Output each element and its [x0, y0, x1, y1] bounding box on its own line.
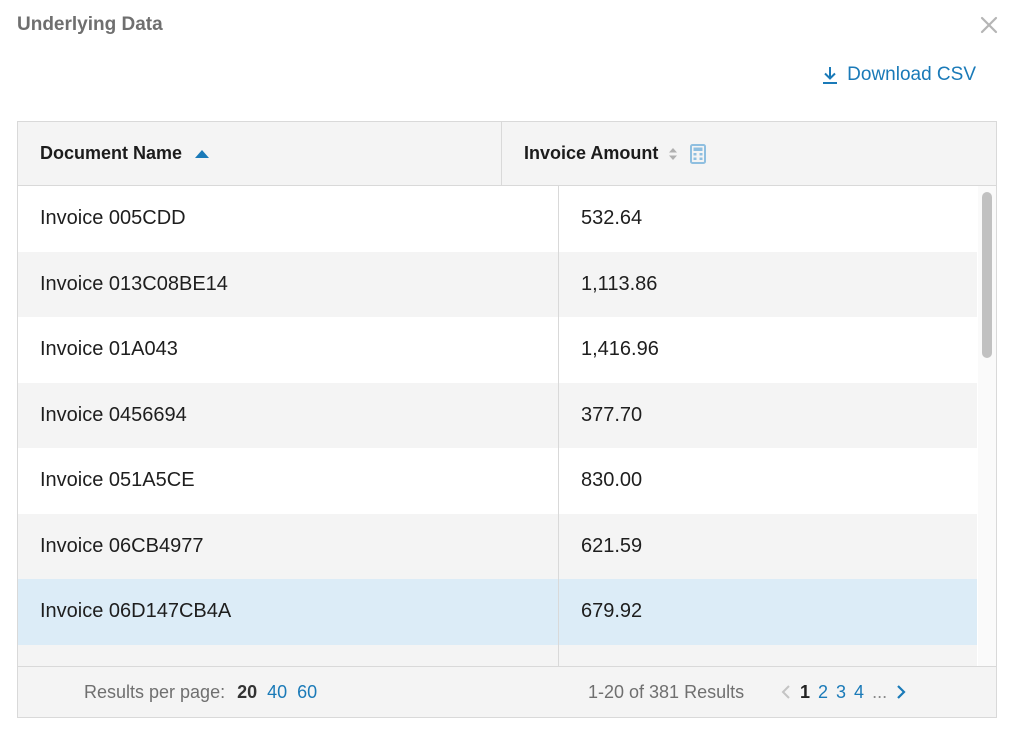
results-per-page-label: Results per page: [84, 681, 226, 702]
page-size-option-20[interactable]: 20 [237, 682, 257, 703]
close-icon[interactable] [976, 12, 1002, 38]
next-page-icon[interactable] [895, 684, 907, 700]
table-row[interactable] [18, 644, 977, 667]
table-footer: Results per page: 20 40 60 1-20 of 381 R… [18, 666, 996, 717]
data-table: Document Name Invoice Amount Invoice 005… [17, 121, 997, 718]
page-size-option-40[interactable]: 40 [267, 682, 287, 703]
table-row[interactable]: Invoice 013C08BE14 1,113.86 [18, 251, 977, 317]
column-header-document-name[interactable]: Document Name [18, 122, 502, 185]
page-link-1[interactable]: 1 [800, 682, 810, 703]
document-name-cell: Invoice 051A5CE [18, 448, 559, 514]
page-link-2[interactable]: 2 [818, 682, 828, 703]
download-icon [823, 67, 838, 84]
document-name-cell [18, 644, 559, 666]
invoice-amount-cell: 621.59 [581, 534, 643, 557]
invoice-amount-cell: 830.00 [581, 469, 643, 492]
table-row[interactable]: Invoice 005CDD 532.64 [18, 186, 977, 252]
table-row[interactable]: Invoice 06CB4977 621.59 [18, 513, 977, 579]
pagination: 1 2 3 4 ... [780, 667, 907, 717]
document-name-cell: Invoice 0456694 [18, 382, 559, 448]
column-header-invoice-amount[interactable]: Invoice Amount [502, 122, 996, 185]
table-row[interactable]: Invoice 01A043 1,416.96 [18, 317, 977, 383]
invoice-amount-cell: 1,113.86 [581, 272, 658, 295]
table-row[interactable]: Invoice 06D147CB4A 679.92 [18, 579, 977, 645]
document-name-cell: Invoice 06CB4977 [18, 513, 559, 579]
vertical-scrollbar[interactable] [978, 186, 996, 666]
results-summary: 1-20 of 381 Results [588, 681, 745, 702]
document-name-cell: Invoice 06D147CB4A [18, 579, 559, 645]
invoice-amount-cell: 1,416.96 [581, 338, 659, 361]
results-per-page: Results per page: 20 40 60 [84, 667, 317, 717]
table-row[interactable]: Invoice 051A5CE 830.00 [18, 448, 977, 514]
page-size-option-60[interactable]: 60 [297, 682, 317, 703]
table-body: Invoice 005CDD 532.64 Invoice 013C08BE14 1,… [18, 186, 977, 666]
scrollbar-thumb[interactable] [982, 192, 992, 358]
invoice-amount-cell: 679.92 [581, 600, 643, 623]
column-label: Document Name [40, 143, 183, 163]
sort-both-icon[interactable] [668, 147, 678, 161]
calculator-icon[interactable] [690, 143, 707, 164]
document-name-cell: Invoice 013C08BE14 [18, 251, 559, 317]
sort-ascending-icon[interactable] [194, 149, 210, 159]
document-name-cell: Invoice 01A043 [18, 317, 559, 383]
column-label: Invoice Amount [524, 143, 659, 163]
previous-page-icon[interactable] [780, 684, 792, 700]
pagination-ellipsis: ... [872, 681, 888, 702]
table-header: Document Name Invoice Amount [18, 122, 996, 186]
page-link-4[interactable]: 4 [854, 682, 864, 703]
download-csv-link[interactable]: Download CSV [821, 64, 976, 86]
page-link-3[interactable]: 3 [836, 682, 846, 703]
download-csv-label: Download CSV [847, 64, 976, 85]
underlying-data-dialog: Underlying Data Download CSV Document Na… [0, 0, 1016, 732]
invoice-amount-cell [559, 645, 977, 667]
dialog-title: Underlying Data [17, 14, 163, 35]
invoice-amount-cell: 532.64 [581, 207, 643, 230]
table-row[interactable]: Invoice 0456694 377.70 [18, 382, 977, 448]
invoice-amount-cell: 377.70 [581, 403, 643, 426]
document-name-cell: Invoice 005CDD [18, 186, 559, 252]
